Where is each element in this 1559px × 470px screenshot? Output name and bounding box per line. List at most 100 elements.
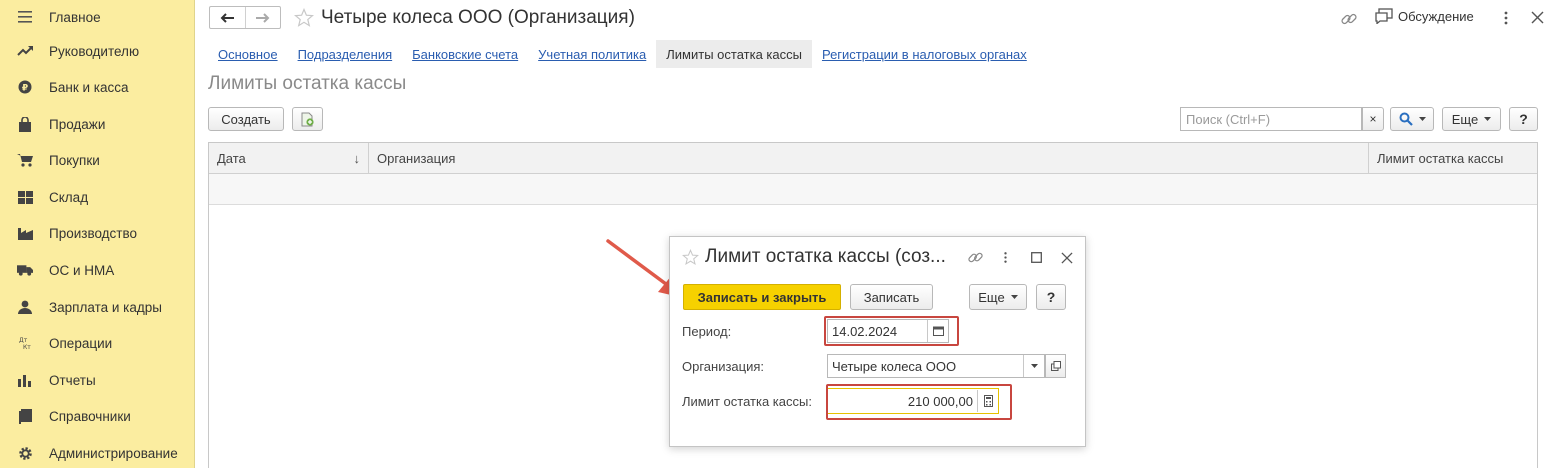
sidebar-item-label: ОС и НМА (49, 262, 115, 278)
operations-icon: Дт Кт (17, 335, 33, 351)
more-vertical-icon[interactable] (1503, 11, 1509, 25)
sidebar-item-label: Операции (49, 335, 113, 351)
cart-icon (17, 152, 33, 168)
person-icon (17, 299, 33, 315)
svg-text:Кт: Кт (23, 344, 31, 350)
search-icon (1399, 112, 1413, 126)
copy-document-icon (301, 112, 314, 126)
sidebar-item-label: Справочники (49, 408, 131, 424)
discussion-label: Обсуждение (1398, 8, 1474, 24)
tab-departments[interactable]: Подразделения (288, 40, 403, 68)
help-button[interactable]: ? (1036, 284, 1066, 310)
dialog-title: Лимит остатка кассы (соз... (705, 246, 946, 267)
sidebar-item-production[interactable]: Производство (0, 216, 195, 250)
search-button[interactable] (1390, 107, 1434, 131)
sidebar-item-label: Покупки (49, 152, 100, 168)
sidebar-item-label: Склад (49, 189, 89, 205)
tab-tax-registrations[interactable]: Регистрации в налоговых органах (812, 40, 1037, 68)
table-header: Дата ↓ Организация Лимит остатка кассы (209, 143, 1537, 174)
close-icon[interactable] (1531, 11, 1544, 24)
tab-bar: Основное Подразделения Банковские счета … (208, 40, 1037, 68)
link-icon[interactable] (1340, 10, 1358, 28)
sidebar-item-admin[interactable]: Администрирование (0, 436, 195, 470)
help-button[interactable]: ? (1509, 107, 1538, 131)
table-row[interactable] (209, 174, 1537, 205)
chevron-down-icon (1484, 117, 1492, 121)
sidebar-item-label: Главное (49, 9, 101, 25)
chevron-down-icon (1030, 364, 1038, 368)
more-button[interactable]: Еще (1442, 107, 1501, 131)
sidebar-item-reports[interactable]: Отчеты (0, 363, 195, 397)
page-title: Четыре колеса ООО (Организация) (321, 7, 635, 28)
sidebar-item-bank[interactable]: ₽ Банк и касса (0, 70, 195, 104)
organization-dropdown-button[interactable] (1023, 355, 1044, 377)
chat-icon (1375, 8, 1393, 24)
sidebar-item-salary[interactable]: Зарплата и кадры (0, 290, 195, 324)
tab-cash-limits[interactable]: Лимиты остатка кассы (656, 40, 812, 68)
sidebar-item-label: Руководителю (49, 43, 140, 59)
book-icon (17, 408, 33, 424)
save-and-close-button[interactable]: Записать и закрыть (683, 284, 841, 310)
factory-icon (17, 225, 33, 241)
more-button[interactable]: Еще (969, 284, 1027, 310)
sidebar-item-main[interactable]: Главное (0, 0, 195, 34)
more-button-label: Еще (1451, 111, 1479, 127)
sidebar-item-catalogs[interactable]: Справочники (0, 399, 195, 433)
sidebar-item-purchases[interactable]: Покупки (0, 143, 195, 177)
link-icon[interactable] (967, 249, 984, 266)
warehouse-icon (17, 189, 33, 205)
copy-button[interactable] (292, 107, 323, 131)
coin-icon: ₽ (17, 79, 33, 95)
bar-chart-icon (17, 372, 33, 388)
favorite-star-icon[interactable] (682, 249, 699, 266)
trend-icon (17, 43, 33, 59)
period-label: Период: (682, 324, 732, 339)
column-header-limit[interactable]: Лимит остатка кассы (1369, 143, 1537, 173)
svg-text:₽: ₽ (22, 84, 28, 94)
favorite-star-icon[interactable] (294, 8, 314, 28)
limit-label: Лимит остатка кассы: (682, 394, 812, 409)
maximize-icon[interactable] (1031, 252, 1042, 263)
discussion-button[interactable]: Обсуждение (1375, 8, 1474, 24)
tab-bank-accounts[interactable]: Банковские счета (402, 40, 528, 68)
create-button[interactable]: Создать (208, 107, 284, 131)
sidebar-item-label: Зарплата и кадры (49, 299, 162, 315)
close-icon[interactable] (1061, 252, 1073, 264)
organization-label: Организация: (682, 359, 765, 374)
save-button[interactable]: Записать (850, 284, 933, 310)
chevron-down-icon (1010, 295, 1018, 299)
column-header-organization[interactable]: Организация (369, 143, 1369, 173)
sidebar-item-label: Банк и касса (49, 79, 129, 95)
more-vertical-icon[interactable] (1003, 251, 1008, 264)
open-external-icon (1050, 361, 1061, 371)
sidebar-item-operations[interactable]: Дт Кт Операции (0, 326, 195, 360)
sidebar-item-label: Отчеты (49, 372, 96, 388)
organization-value: Четыре колеса ООО (832, 358, 957, 374)
navigation-buttons (209, 6, 281, 29)
gear-icon (17, 445, 33, 461)
highlight-limit (826, 384, 1012, 420)
sort-arrow-icon: ↓ (353, 150, 361, 166)
sidebar-item-label: Администрирование (49, 445, 178, 461)
more-button-label: Еще (978, 289, 1005, 305)
sidebar-item-warehouse[interactable]: Склад (0, 180, 195, 214)
sidebar-item-assets[interactable]: ОС и НМА (0, 253, 195, 287)
arrow-left-icon (220, 12, 235, 23)
back-button[interactable] (210, 7, 245, 28)
sidebar-item-sales[interactable]: Продажи (0, 107, 195, 141)
sidebar-item-label: Производство (49, 225, 138, 241)
menu-icon (17, 9, 33, 25)
organization-field[interactable]: Четыре колеса ООО (827, 354, 1045, 378)
clear-search-button[interactable]: × (1362, 107, 1384, 131)
search-input[interactable] (1180, 107, 1362, 131)
chevron-down-icon (1418, 117, 1426, 121)
tab-main[interactable]: Основное (208, 40, 288, 68)
forward-button[interactable] (244, 7, 281, 28)
highlight-period (824, 316, 959, 346)
bag-icon (17, 116, 33, 132)
open-organization-button[interactable] (1045, 354, 1066, 378)
tab-accounting-policy[interactable]: Учетная политика (528, 40, 656, 68)
sidebar-item-director[interactable]: Руководителю (0, 34, 195, 68)
column-header-date[interactable]: Дата ↓ (209, 143, 369, 173)
arrow-right-icon (255, 12, 270, 23)
